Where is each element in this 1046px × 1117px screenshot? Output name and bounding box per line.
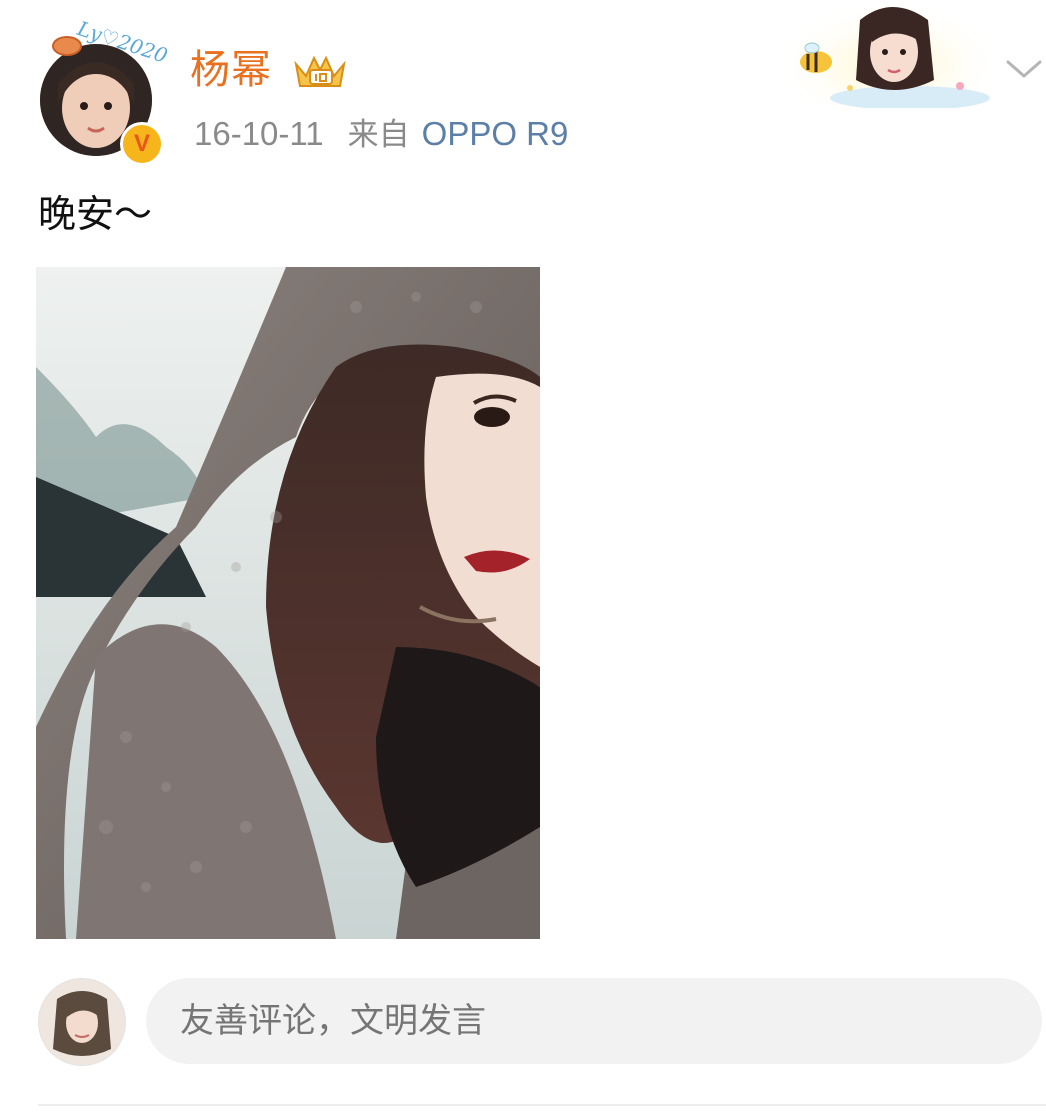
vip-crown-icon[interactable]	[292, 50, 348, 92]
post-date: 16-10-11	[194, 115, 324, 152]
post-text: 晚安～	[38, 192, 153, 236]
current-user-avatar[interactable]	[38, 978, 126, 1066]
bottom-divider	[38, 1104, 1046, 1106]
verified-badge-icon: V	[120, 122, 164, 166]
author-name[interactable]: 杨幂	[190, 42, 272, 98]
chevron-down-icon[interactable]	[1004, 54, 1044, 84]
post-source-prefix: 来自	[347, 117, 410, 153]
post-source-device[interactable]: OPPO R9	[422, 115, 569, 152]
comment-input[interactable]	[146, 978, 1042, 1064]
author-avatar-frame[interactable]: Ly♡2020 V	[38, 16, 170, 166]
post-photo[interactable]	[36, 267, 540, 939]
decorative-card-sticker-icon	[790, 0, 990, 108]
post-meta: 16-10-11 来自 OPPO R9	[194, 112, 568, 157]
